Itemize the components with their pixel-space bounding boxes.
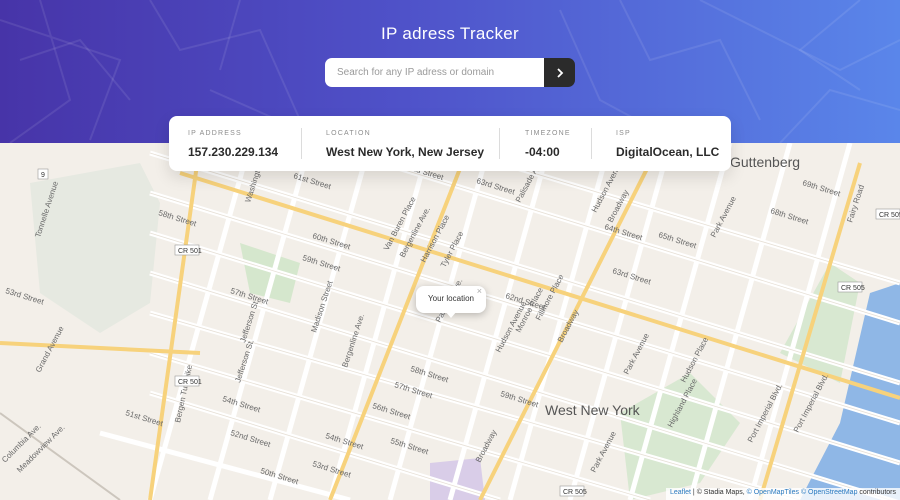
search-button[interactable] — [544, 58, 575, 87]
location-popup: × Your location — [416, 286, 486, 318]
divider — [499, 128, 500, 159]
chevron-right-icon — [556, 67, 563, 78]
openmaptiles-link[interactable]: © OpenMapTiles — [747, 489, 799, 496]
map[interactable]: 58th Street 60th Street 61st Street 62nd… — [0, 143, 900, 500]
ip-address-label: IP ADDRESS — [188, 130, 242, 137]
search-input[interactable] — [325, 58, 544, 87]
place-label: Guttenberg — [730, 154, 800, 170]
ip-address-value: 157.230.229.134 — [188, 145, 279, 159]
route-shield: CR 505 — [841, 285, 865, 292]
location-label: LOCATION — [326, 130, 371, 137]
route-shield: CR 505 — [879, 212, 900, 219]
popup-text: Your location — [428, 294, 474, 303]
stadia-credit: © Stadia Maps — [696, 489, 743, 496]
popup-pointer — [445, 311, 457, 318]
divider — [591, 128, 592, 159]
search-bar — [325, 58, 575, 87]
route-shield: CR 501 — [178, 379, 202, 386]
leaflet-link[interactable]: Leaflet — [670, 489, 691, 496]
map-attribution: Leaflet | © Stadia Maps, © OpenMapTiles … — [665, 488, 900, 500]
page-title: IP adress Tracker — [380, 24, 519, 43]
place-label: West New York — [545, 402, 641, 418]
openstreetmap-link[interactable]: © OpenStreetMap — [801, 489, 858, 496]
location-value: West New York, New Jersey — [326, 145, 485, 159]
route-shield: CR 501 — [178, 248, 202, 255]
route-shield: 9 — [41, 172, 45, 179]
isp-label: ISP — [616, 130, 631, 137]
map-tiles: 58th Street 60th Street 61st Street 62nd… — [0, 143, 900, 500]
route-shield: CR 505 — [563, 489, 587, 496]
timezone-label: TIMEZONE — [525, 130, 571, 137]
timezone-value: -04:00 — [525, 145, 560, 159]
divider — [301, 128, 302, 159]
isp-value: DigitalOcean, LLC — [616, 145, 720, 159]
ip-info-card: IP ADDRESS 157.230.229.134 LOCATION West… — [169, 116, 731, 171]
attribution-suffix: contributors — [859, 489, 896, 496]
